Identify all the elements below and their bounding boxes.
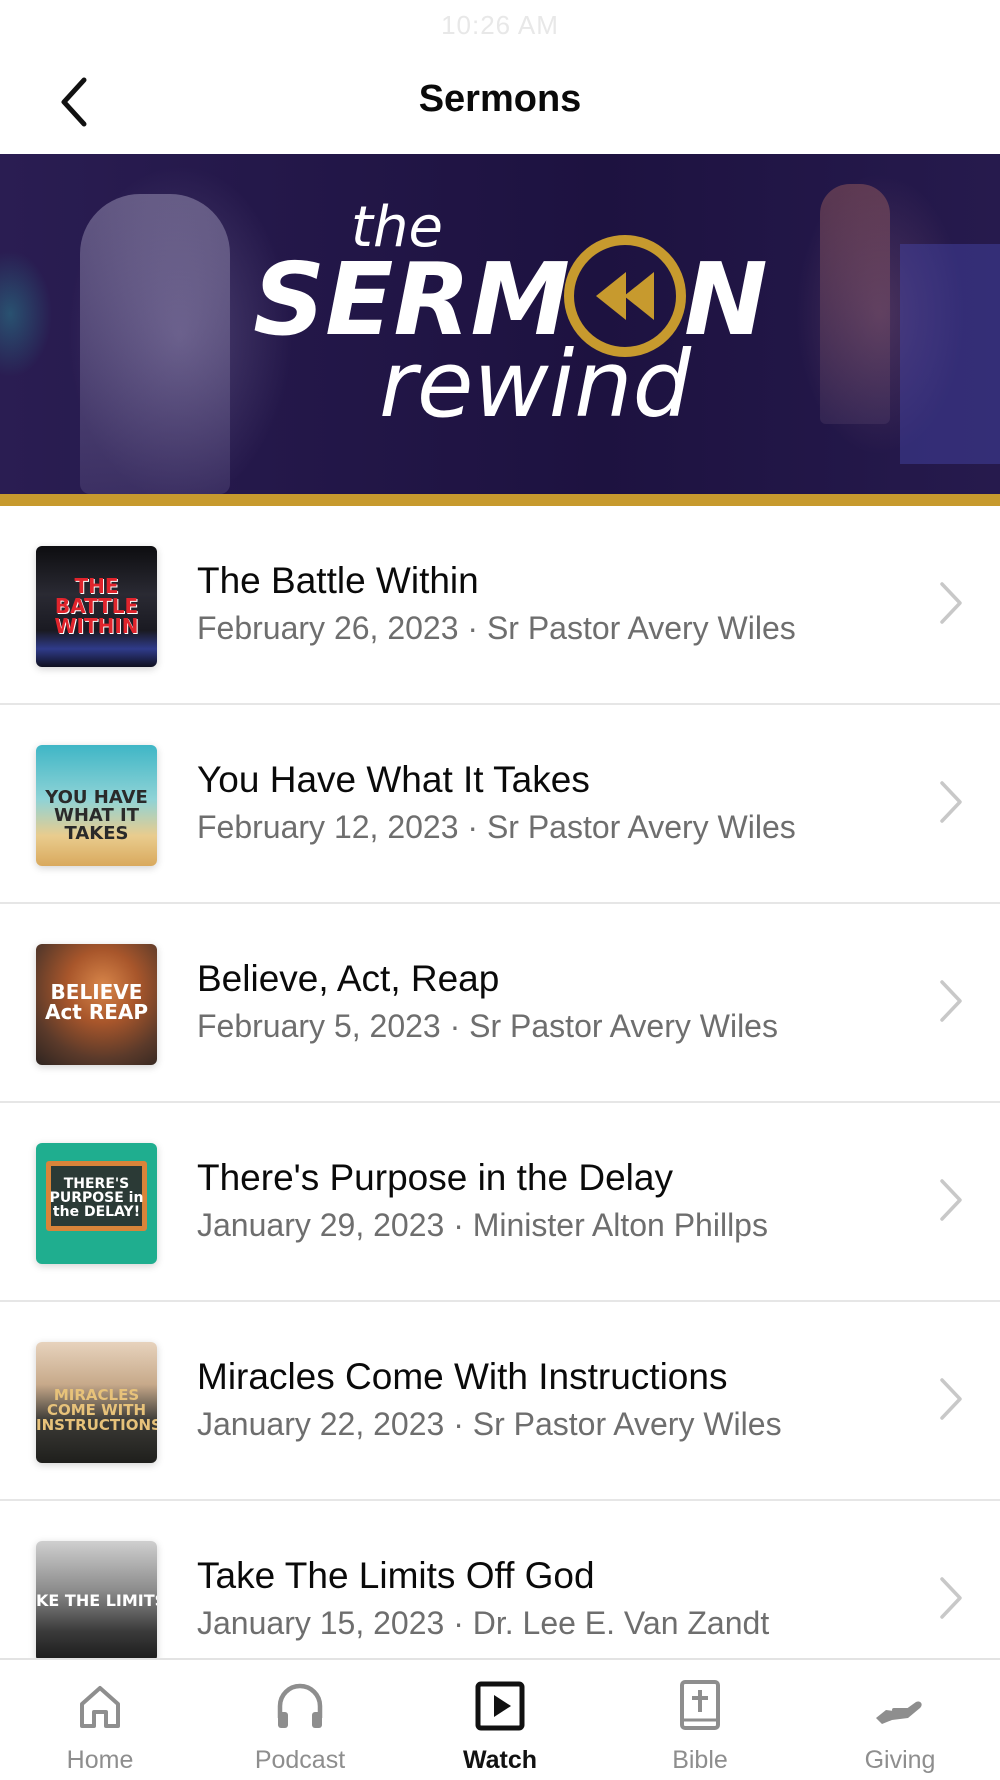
thumbnail-text: THERE'S PURPOSE in the DELAY!	[49, 1176, 144, 1220]
tab-bible[interactable]: Bible	[600, 1660, 800, 1780]
status-time: 10:26 AM	[441, 10, 559, 40]
tab-podcast[interactable]: Podcast	[200, 1660, 400, 1780]
sermon-list: THE BATTLE WITHIN The Battle Within Febr…	[0, 506, 1000, 1700]
thumbnail-text: YOU HAVE WHAT IT TAKES	[45, 787, 148, 844]
sermon-title: Take The Limits Off God	[197, 1555, 595, 1596]
sermon-thumbnail: BELIEVE Act REAP	[36, 944, 157, 1065]
thumbnail-text: BELIEVE Act REAP	[44, 980, 149, 1024]
list-item[interactable]: THE BATTLE WITHIN The Battle Within Febr…	[0, 506, 1000, 705]
tab-giving[interactable]: Giving	[800, 1660, 1000, 1780]
chevron-right-icon	[940, 582, 962, 624]
logo-rewind: rewind	[379, 331, 692, 438]
tab-home[interactable]: Home	[0, 1660, 200, 1780]
giving-hand-icon	[876, 1701, 922, 1724]
sermon-title: There's Purpose in the Delay	[197, 1157, 673, 1198]
page-title: Sermons	[418, 78, 582, 120]
sermon-thumbnail: THERE'S PURPOSE in the DELAY!	[36, 1143, 157, 1264]
sermon-title: Miracles Come With Instructions	[197, 1356, 728, 1397]
nav-bar: Sermons	[0, 50, 1000, 154]
headphones-icon	[277, 1683, 323, 1728]
sermon-subtitle: February 12, 2023 · Sr Pastor Avery Wile…	[197, 809, 796, 845]
tab-label: Podcast	[254, 1746, 346, 1774]
list-item[interactable]: MIRACLES COME WITH INSTRUCTIONS Miracles…	[0, 1302, 1000, 1501]
sermon-subtitle: January 29, 2023 · Minister Alton Phillp…	[197, 1207, 768, 1243]
sermon-rewind-banner: the SERM N rewind	[0, 154, 1000, 494]
sermon-title: The Battle Within	[197, 560, 479, 601]
tab-label: Giving	[864, 1746, 936, 1774]
status-bar: 10:26 AM	[0, 0, 1000, 50]
thumbnail-text: THE BATTLE WITHIN	[54, 574, 139, 638]
thumbnail-text: MIRACLES COME WITH INSTRUCTIONS	[36, 1386, 157, 1434]
tab-watch[interactable]: Watch	[400, 1660, 600, 1780]
logo-n: N	[684, 241, 768, 358]
list-item[interactable]: THERE'S PURPOSE in the DELAY! There's Pu…	[0, 1103, 1000, 1302]
home-icon	[80, 1686, 120, 1728]
banner-accent-stripe	[0, 494, 1000, 506]
list-item[interactable]: BELIEVE Act REAP Believe, Act, Reap Febr…	[0, 904, 1000, 1103]
chevron-right-icon	[940, 1179, 962, 1221]
sermon-title: You Have What It Takes	[197, 759, 590, 800]
tab-label: Watch	[462, 1746, 538, 1774]
sermon-title: Believe, Act, Reap	[197, 958, 500, 999]
sermon-thumbnail: MIRACLES COME WITH INSTRUCTIONS	[36, 1342, 157, 1463]
sermon-thumbnail: KE THE LIMITS OFF G	[36, 1541, 157, 1662]
sermon-subtitle: January 15, 2023 · Dr. Lee E. Van Zandt	[197, 1605, 770, 1641]
tab-label: Home	[66, 1746, 134, 1774]
bible-icon	[680, 1680, 720, 1730]
sermon-thumbnail: YOU HAVE WHAT IT TAKES	[36, 745, 157, 866]
sermon-subtitle: February 5, 2023 · Sr Pastor Avery Wiles	[197, 1008, 778, 1044]
sermon-thumbnail: THE BATTLE WITHIN	[36, 546, 157, 667]
sermon-subtitle: January 22, 2023 · Sr Pastor Avery Wiles	[197, 1406, 782, 1442]
list-item[interactable]: YOU HAVE WHAT IT TAKES You Have What It …	[0, 705, 1000, 904]
tab-bar: Home Podcast Watch Bible Giving	[0, 1658, 1000, 1780]
tab-label: Bible	[672, 1746, 728, 1774]
chevron-right-icon	[940, 980, 962, 1022]
chevron-right-icon	[940, 1577, 962, 1619]
chevron-right-icon	[940, 1378, 962, 1420]
sermon-rewind-logo: the SERM N rewind	[253, 195, 768, 438]
chevron-right-icon	[940, 781, 962, 823]
thumbnail-text: KE THE LIMITS OFF G	[36, 1593, 157, 1609]
sermon-subtitle: February 26, 2023 · Sr Pastor Avery Wile…	[197, 610, 796, 646]
play-icon	[475, 1681, 525, 1731]
